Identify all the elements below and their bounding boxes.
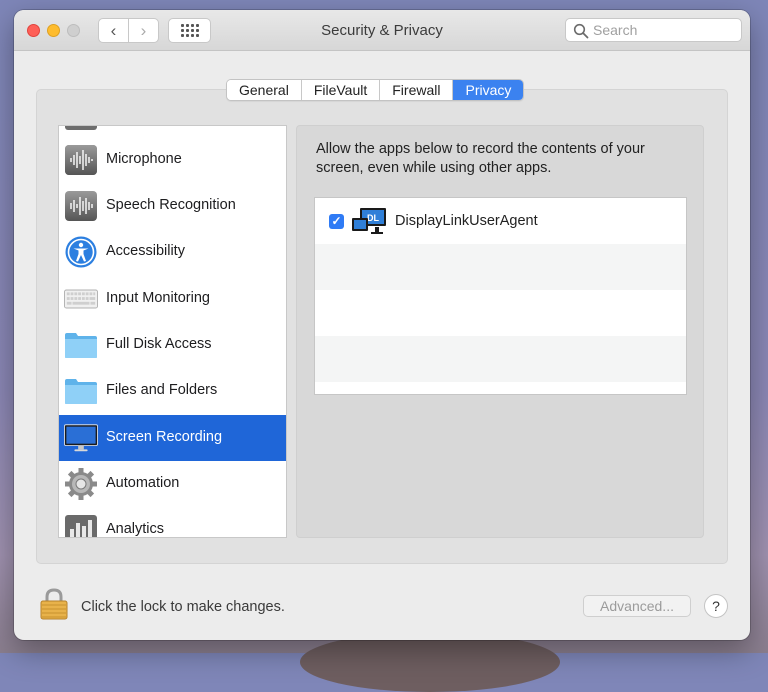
list-item-empty xyxy=(315,244,686,290)
sidebar-item-microphone[interactable]: Microphone xyxy=(59,137,286,183)
sidebar-item-speech-recognition[interactable]: Speech Recognition xyxy=(59,183,286,229)
lock-icon[interactable] xyxy=(40,588,68,620)
sidebar-item-accessibility[interactable]: Accessibility xyxy=(59,229,286,275)
system-preferences-window: ‹ › Security & Privacy General FileVault… xyxy=(14,10,750,640)
gear-icon xyxy=(64,468,98,500)
svg-text:DL: DL xyxy=(367,213,379,223)
accessibility-icon xyxy=(64,236,98,268)
sidebar-item-files-and-folders[interactable]: Files and Folders xyxy=(59,368,286,414)
list-item[interactable]: ✓ DL DisplayLinkUserAgent xyxy=(315,198,686,244)
title-bar: ‹ › Security & Privacy xyxy=(14,10,750,51)
sidebar-item-label: Input Monitoring xyxy=(106,290,210,306)
displaylink-icon: DL xyxy=(352,208,386,234)
tab-firewall[interactable]: Firewall xyxy=(380,80,454,100)
tab-bar: General FileVault Firewall Privacy xyxy=(226,79,525,101)
search-input[interactable] xyxy=(591,21,737,39)
list-item-empty xyxy=(315,336,686,382)
sidebar-item-partial xyxy=(65,126,97,130)
sidebar-item-label: Analytics xyxy=(106,521,165,537)
sidebar-item-label: Automation xyxy=(106,475,180,491)
sidebar-item-label: Files and Folders xyxy=(106,382,218,398)
sidebar-item-label: Screen Recording xyxy=(106,429,223,445)
analytics-icon xyxy=(64,514,98,537)
search-icon xyxy=(573,23,589,39)
privacy-category-list[interactable]: Microphone Speech Recognition Accessibil… xyxy=(58,125,287,538)
tab-filevault[interactable]: FileVault xyxy=(301,80,381,100)
sidebar-item-label: Speech Recognition xyxy=(106,197,236,213)
sidebar-item-label: Full Disk Access xyxy=(106,336,212,352)
permission-description: Allow the apps below to record the conte… xyxy=(316,141,645,176)
sidebar-item-automation[interactable]: Automation xyxy=(59,461,286,507)
sidebar-item-analytics[interactable]: Analytics xyxy=(59,507,286,537)
sidebar-item-label: Accessibility xyxy=(106,243,185,259)
keyboard-icon xyxy=(64,283,98,315)
sidebar-item-screen-recording[interactable]: Screen Recording xyxy=(59,415,286,461)
advanced-button[interactable]: Advanced... xyxy=(583,595,691,617)
sidebar-item-full-disk-access[interactable]: Full Disk Access xyxy=(59,322,286,368)
desktop-background-hill xyxy=(300,632,560,692)
speech-recognition-icon xyxy=(64,190,98,222)
search-field[interactable] xyxy=(565,18,742,42)
app-list[interactable]: ✓ DL DisplayLinkUserAgent xyxy=(314,197,687,395)
tab-privacy[interactable]: Privacy xyxy=(453,80,524,100)
lock-message: Click the lock to make changes. xyxy=(81,599,285,615)
screen-recording-pane: Allow the apps below to record the conte… xyxy=(296,125,704,538)
help-button[interactable]: ? xyxy=(704,594,728,618)
tab-general[interactable]: General xyxy=(227,80,302,100)
microphone-icon xyxy=(64,144,98,176)
folder-icon xyxy=(64,329,98,361)
folder-icon xyxy=(64,375,98,407)
sidebar-item-label: Microphone xyxy=(106,151,182,167)
display-icon xyxy=(64,422,98,454)
list-item-empty xyxy=(315,382,686,394)
sidebar-item-input-monitoring[interactable]: Input Monitoring xyxy=(59,276,286,322)
app-permission-checkbox[interactable]: ✓ xyxy=(329,214,344,229)
list-item-empty xyxy=(315,290,686,336)
app-name: DisplayLinkUserAgent xyxy=(395,213,538,229)
